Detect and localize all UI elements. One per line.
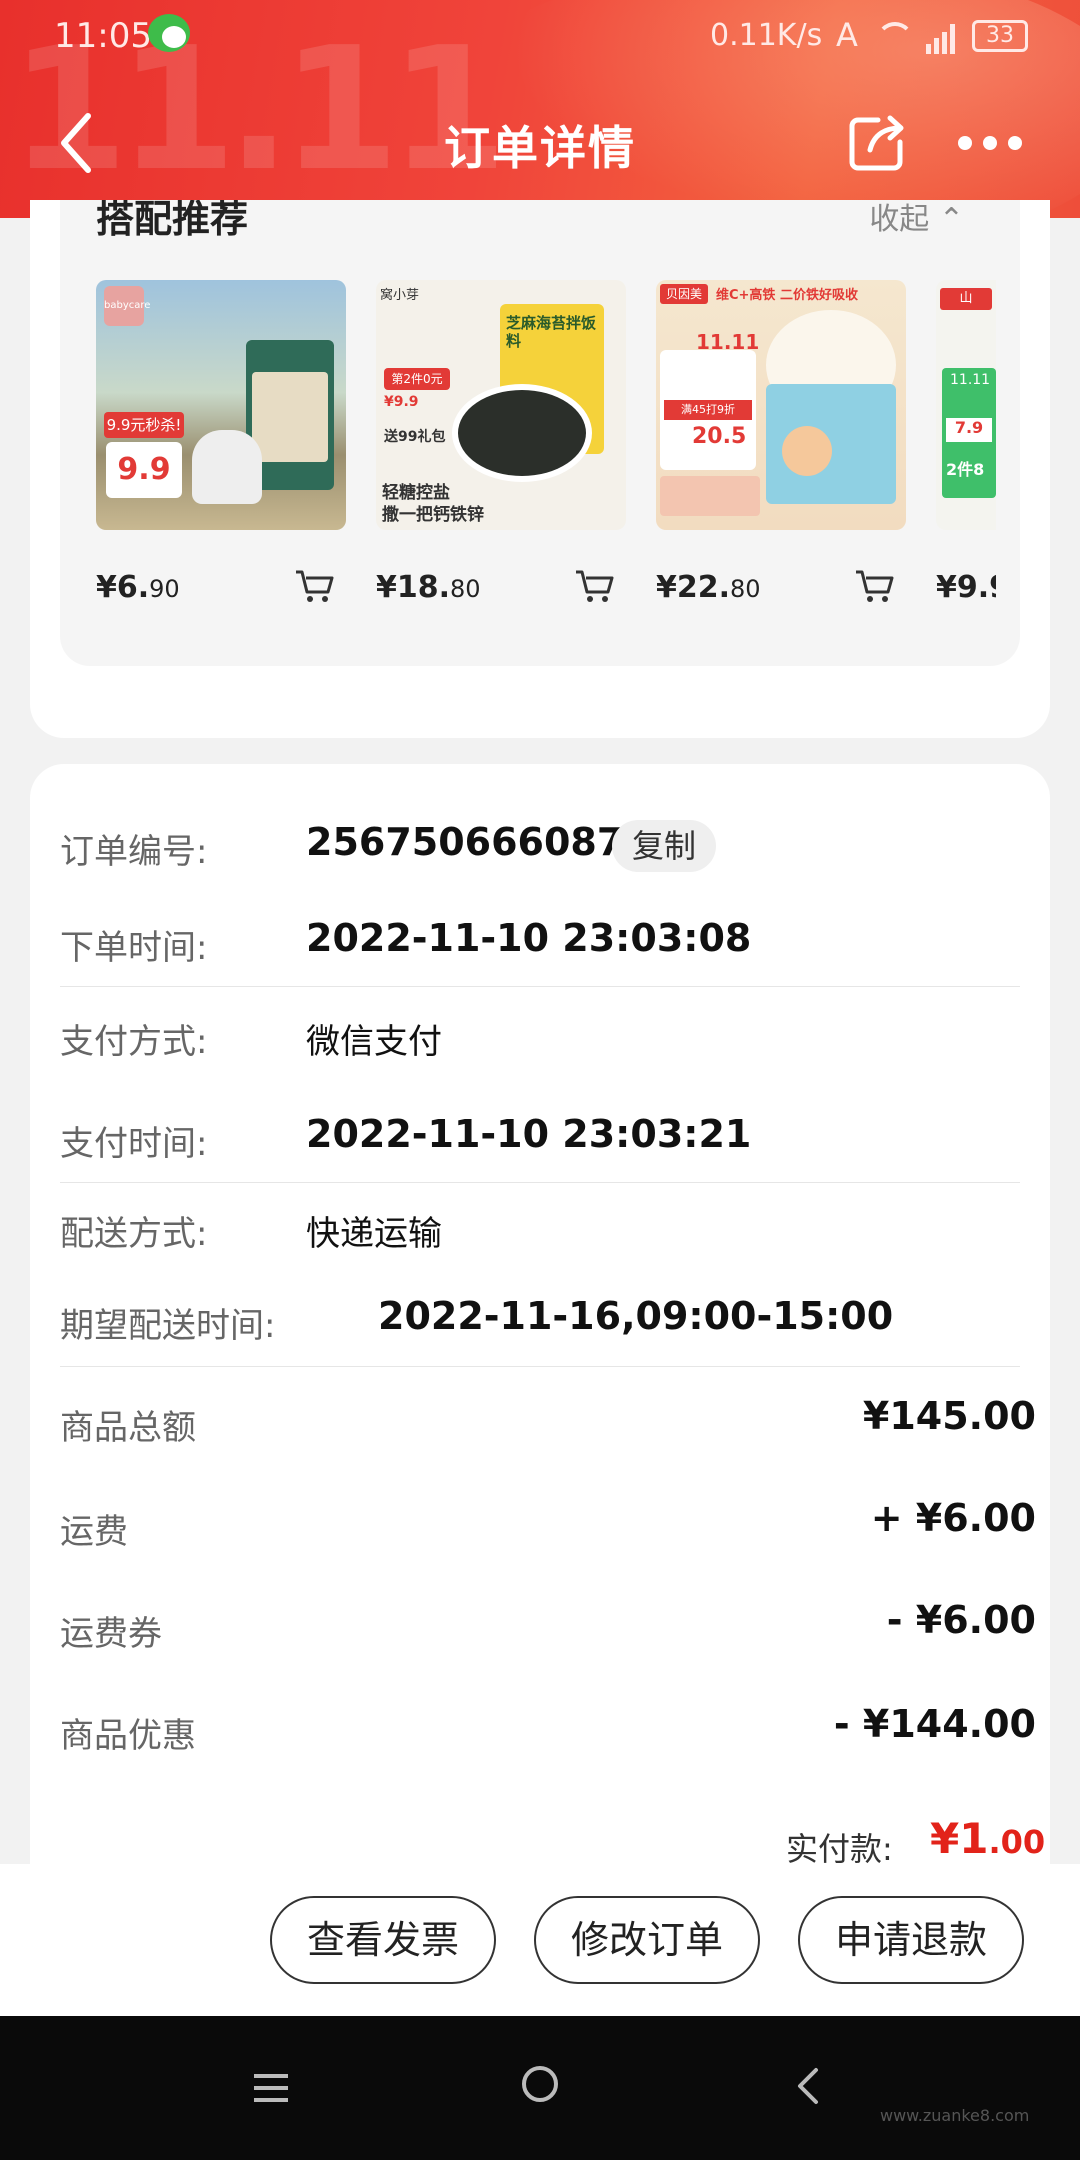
- net-speed: 0.11K/s: [710, 18, 823, 53]
- order-info-card: 订单编号: 256750666087 复制 下单时间: 2022-11-10 2…: [30, 764, 1050, 1874]
- paid-value: ¥1.00: [930, 1814, 1046, 1863]
- product-item[interactable]: 窝小芽 芝麻海苔拌饭料 第2件0元 ¥9.9 送99礼包 轻糖控盐 撒一把钙铁锌…: [376, 280, 626, 620]
- wifi-icon: [876, 22, 914, 50]
- product-price: ¥22.80: [656, 570, 761, 605]
- view-invoice-button[interactable]: 查看发票: [270, 1896, 496, 1984]
- divider: [60, 1366, 1020, 1367]
- wechat-notification-icon: [148, 14, 190, 52]
- pay-method-label: 支付方式:: [60, 1022, 208, 1062]
- share-button[interactable]: [848, 114, 906, 172]
- pay-method-value: 微信支付: [306, 1022, 442, 1062]
- dot: [958, 136, 972, 150]
- status-icons: A 33: [836, 14, 1036, 58]
- product-item[interactable]: 山 11.11 7.9 2件8 ¥9.9: [936, 280, 996, 620]
- order-no-label: 订单编号:: [60, 832, 208, 872]
- shipping-value: + ¥6.00: [870, 1496, 1036, 1540]
- recommend-panel: 搭配推荐 收起 ⌃ 9.9元秒杀! 9.9 babycare ¥6.90 窝小芽…: [60, 200, 1020, 666]
- dot: [1008, 136, 1022, 150]
- signal-letter: A: [836, 16, 858, 54]
- delivery-value: 快递运输: [306, 1214, 442, 1254]
- share-icon: [849, 115, 904, 171]
- header: 11.11 11:05 0.11K/s A 33 订单详情: [0, 0, 1080, 218]
- battery-icon: 33: [972, 20, 1028, 52]
- modify-order-button[interactable]: 修改订单: [534, 1896, 760, 1984]
- expected-time-label: 期望配送时间:: [60, 1306, 276, 1346]
- pay-time-label: 支付时间:: [60, 1124, 208, 1164]
- product-item[interactable]: 贝因美 维C+高铁 二价铁好吸收 11.11 满45打9折 20.5 ¥22.8…: [656, 280, 906, 620]
- product-image: 窝小芽 芝麻海苔拌饭料 第2件0元 ¥9.9 送99礼包 轻糖控盐 撒一把钙铁锌: [376, 280, 626, 530]
- page-title: 订单详情: [444, 121, 636, 175]
- product-image: 9.9元秒杀! 9.9 babycare: [96, 280, 346, 530]
- recommend-card: 搭配推荐 收起 ⌃ 9.9元秒杀! 9.9 babycare ¥6.90 窝小芽…: [30, 200, 1050, 738]
- refund-button[interactable]: 申请退款: [798, 1896, 1024, 1984]
- goods-total-label: 商品总额: [60, 1408, 196, 1448]
- cart-icon: [856, 570, 894, 602]
- product-item[interactable]: 9.9元秒杀! 9.9 babycare ¥6.90: [96, 280, 346, 620]
- discount-value: - ¥144.00: [833, 1702, 1036, 1746]
- product-image: 贝因美 维C+高铁 二价铁好吸收 11.11 满45打9折 20.5: [656, 280, 906, 530]
- goods-total-value: ¥145.00: [862, 1394, 1036, 1438]
- home-icon[interactable]: [522, 2066, 558, 2102]
- product-price: ¥9.9: [936, 570, 996, 605]
- delivery-label: 配送方式:: [60, 1214, 208, 1254]
- product-price: ¥6.90: [96, 570, 180, 605]
- system-nav-bar: [0, 2016, 1080, 2160]
- menu-icon[interactable]: [254, 2074, 288, 2102]
- divider: [60, 986, 1020, 987]
- divider: [60, 1182, 1020, 1183]
- cell-signal-icon: [926, 20, 960, 54]
- product-list: 9.9元秒杀! 9.9 babycare ¥6.90 窝小芽 芝麻海苔拌饭料 第…: [96, 280, 996, 620]
- action-bar: 查看发票 修改订单 申请退款: [0, 1864, 1080, 2016]
- watermark: www.zuanke8.com: [880, 2106, 1030, 2125]
- status-time: 11:05: [54, 16, 152, 56]
- cart-icon: [576, 570, 614, 602]
- product-price: ¥18.80: [376, 570, 481, 605]
- shipping-coupon-value: - ¥6.00: [886, 1598, 1036, 1642]
- product-image: 山 11.11 7.9 2件8: [936, 280, 996, 530]
- shipping-coupon-label: 运费券: [60, 1614, 162, 1654]
- order-time-label: 下单时间:: [60, 928, 208, 968]
- discount-label: 商品优惠: [60, 1716, 196, 1756]
- recommend-title: 搭配推荐: [96, 200, 249, 241]
- more-button[interactable]: [958, 136, 1022, 150]
- copy-button[interactable]: 复制: [612, 820, 716, 872]
- status-bar: 11:05 0.11K/s A 33: [0, 0, 1080, 72]
- dot: [983, 136, 997, 150]
- expected-time-value: 2022-11-16,09:00-15:00: [378, 1294, 894, 1338]
- collapse-button[interactable]: 收起 ⌃: [869, 200, 964, 238]
- pay-time-value: 2022-11-10 23:03:21: [306, 1112, 752, 1156]
- add-to-cart-button[interactable]: [572, 566, 616, 606]
- back-icon[interactable]: [796, 2066, 820, 2106]
- add-to-cart-button[interactable]: [852, 566, 896, 606]
- order-no-value: 256750666087: [306, 820, 624, 864]
- order-time-value: 2022-11-10 23:03:08: [306, 916, 752, 960]
- shipping-label: 运费: [60, 1512, 128, 1552]
- cart-icon: [296, 570, 334, 602]
- add-to-cart-button[interactable]: [292, 566, 336, 606]
